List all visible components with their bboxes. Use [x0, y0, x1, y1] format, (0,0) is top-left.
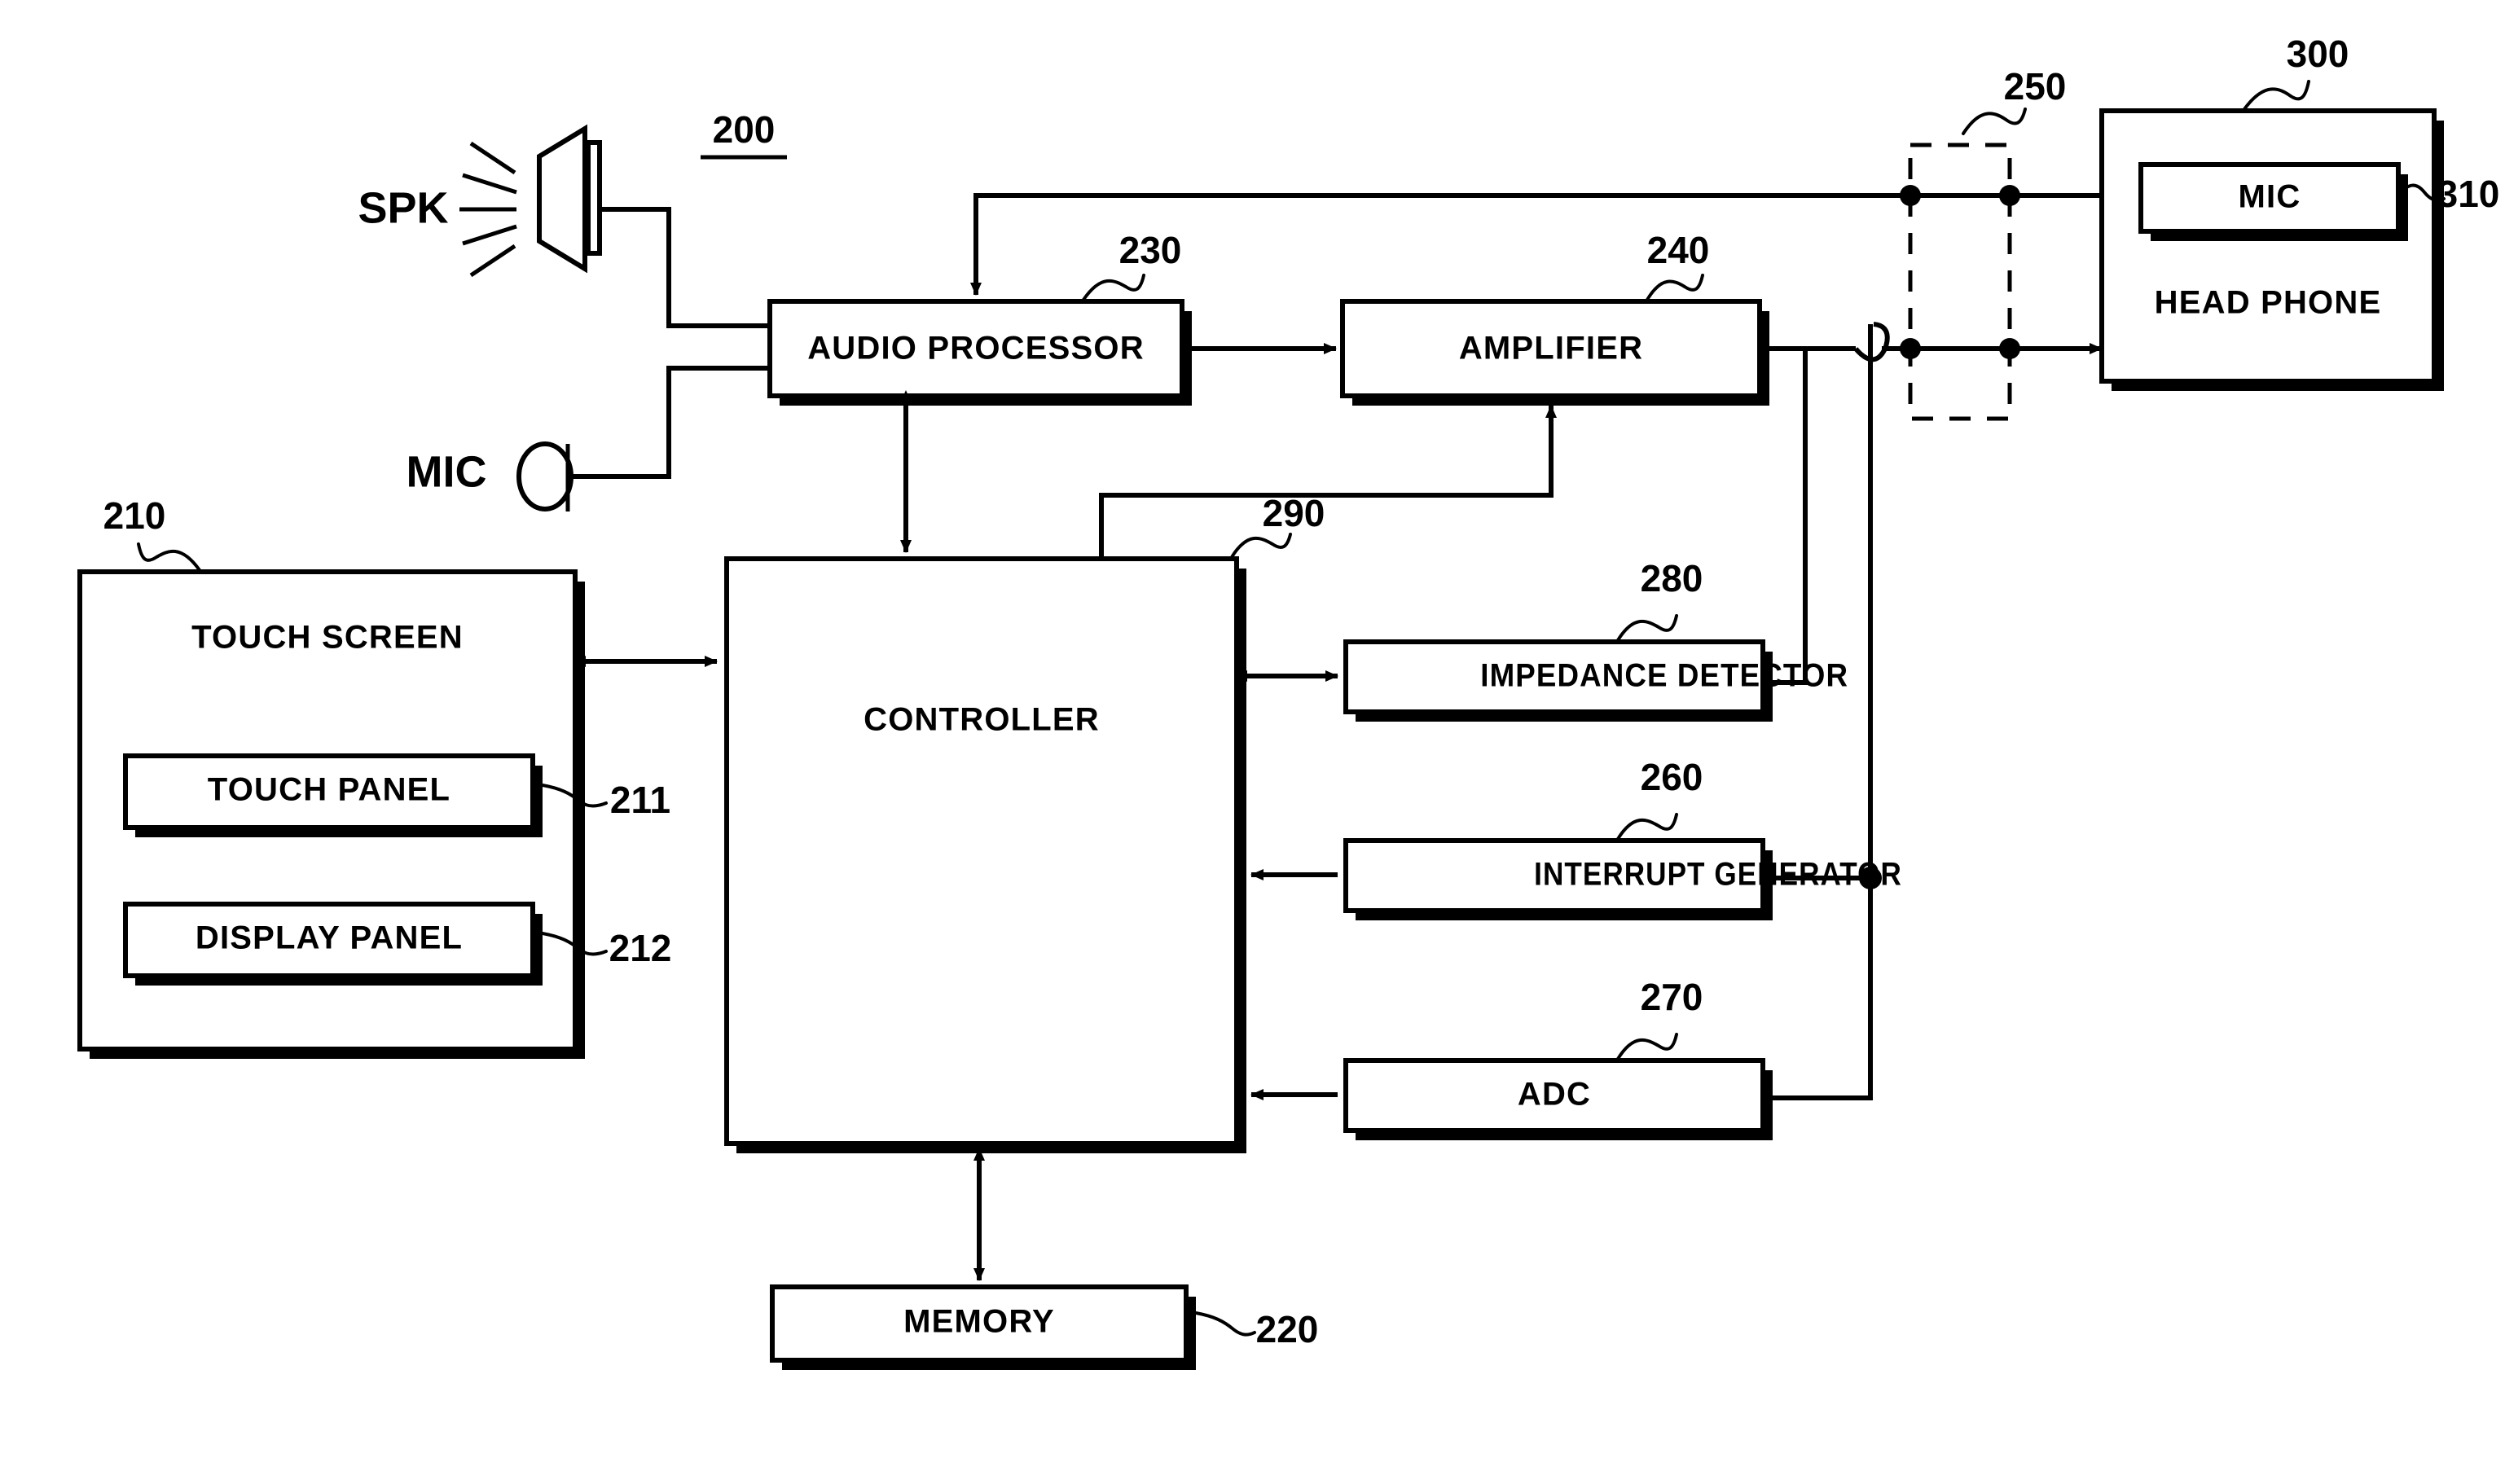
adc-block[interactable]: ADC — [1343, 1058, 1773, 1140]
speaker-icon — [459, 124, 602, 278]
ref-250: 250 — [1962, 65, 2067, 135]
audio-processor-block[interactable]: AUDIO PROCESSOR — [767, 299, 1192, 406]
display-panel-label: DISPLAY PANEL — [196, 920, 463, 956]
system-ref-200: 200 — [701, 108, 787, 160]
junction-dot-jack-tl — [1900, 185, 1921, 206]
ref-310-text: 310 — [2437, 173, 2500, 215]
figure-canvas: 200 SPK MIC AUDIO PROCESSOR 230 AMPLIFIE… — [0, 0, 2505, 1484]
memory-label: MEMORY — [903, 1304, 1055, 1340]
interrupt-generator-block[interactable]: INTERRUPT GENERATOR — [1343, 838, 1902, 920]
wire-controller-to-amplifier — [727, 405, 1557, 561]
ref-250-text: 250 — [2004, 65, 2067, 108]
controller-block[interactable]: CONTROLLER — [724, 556, 1246, 1153]
touch-panel-block[interactable]: TOUCH PANEL — [123, 753, 543, 837]
amplifier-label: AMPLIFIER — [1459, 331, 1643, 367]
touch-screen-label: TOUCH SCREEN — [191, 620, 464, 656]
touch-panel-label: TOUCH PANEL — [208, 772, 450, 808]
ref-210-text: 210 — [103, 494, 166, 537]
memory-block[interactable]: MEMORY — [770, 1284, 1196, 1370]
ref-280: 280 — [1616, 557, 1703, 642]
amplifier-block[interactable]: AMPLIFIER — [1340, 299, 1769, 406]
head-phone-mic-label: MIC — [2239, 179, 2301, 215]
controller-label: CONTROLLER — [864, 702, 1100, 738]
ref-300: 300 — [2243, 33, 2349, 111]
ref-290: 290 — [1230, 492, 1325, 559]
ref-290-text: 290 — [1263, 492, 1325, 534]
ref-220-text: 220 — [1256, 1308, 1319, 1350]
display-panel-block[interactable]: DISPLAY PANEL — [123, 902, 543, 986]
microphone-port-label: MIC — [407, 447, 487, 496]
impedance-detector-label: IMPEDANCE DETECTOR — [1480, 657, 1848, 694]
ref-211-text: 211 — [610, 779, 670, 821]
adc-label: ADC — [1518, 1077, 1591, 1113]
junction-dot-jack-br — [1999, 338, 2020, 359]
wire-speaker-to-audio-processor — [600, 207, 770, 328]
ref-260: 260 — [1616, 756, 1703, 841]
ref-212-text: 212 — [609, 927, 672, 969]
ref-240: 240 — [1646, 229, 1710, 301]
microphone-icon — [516, 441, 574, 511]
ref-300-text: 300 — [2287, 33, 2349, 75]
interrupt-generator-label: INTERRUPT GENERATOR — [1534, 855, 1902, 892]
ref-230: 230 — [1082, 229, 1182, 301]
ref-260-text: 260 — [1641, 756, 1703, 798]
block-diagram-svg: 200 SPK MIC AUDIO PROCESSOR 230 AMPLIFIE… — [77, 33, 2500, 1370]
wire-microphone-to-audio-processor — [568, 366, 770, 479]
head-phone-mic-block[interactable]: MIC — [2138, 162, 2408, 241]
ref-270: 270 — [1616, 976, 1703, 1060]
ref-280-text: 280 — [1641, 557, 1703, 599]
ref-240-text: 240 — [1647, 229, 1710, 271]
speaker-port-label: SPK — [358, 183, 448, 232]
ref-230-text: 230 — [1119, 229, 1182, 271]
head-phone-block[interactable]: HEAD PHONE — [2099, 108, 2444, 391]
ref-210: 210 — [103, 494, 201, 572]
audio-processor-label: AUDIO PROCESSOR — [807, 331, 1145, 367]
impedance-detector-block[interactable]: IMPEDANCE DETECTOR — [1343, 639, 1848, 722]
head-phone-label: HEAD PHONE — [2155, 285, 2382, 321]
junction-dot-jack-tr — [1999, 185, 2020, 206]
jack-dashed-box-250 — [1900, 143, 2020, 421]
wire-amplifier-to-headphone — [1760, 322, 2103, 362]
ref-270-text: 270 — [1641, 976, 1703, 1018]
junction-dot-jack-bl — [1900, 338, 1921, 359]
ref-200-text: 200 — [713, 108, 776, 151]
ref-220: 220 — [1194, 1308, 1319, 1350]
